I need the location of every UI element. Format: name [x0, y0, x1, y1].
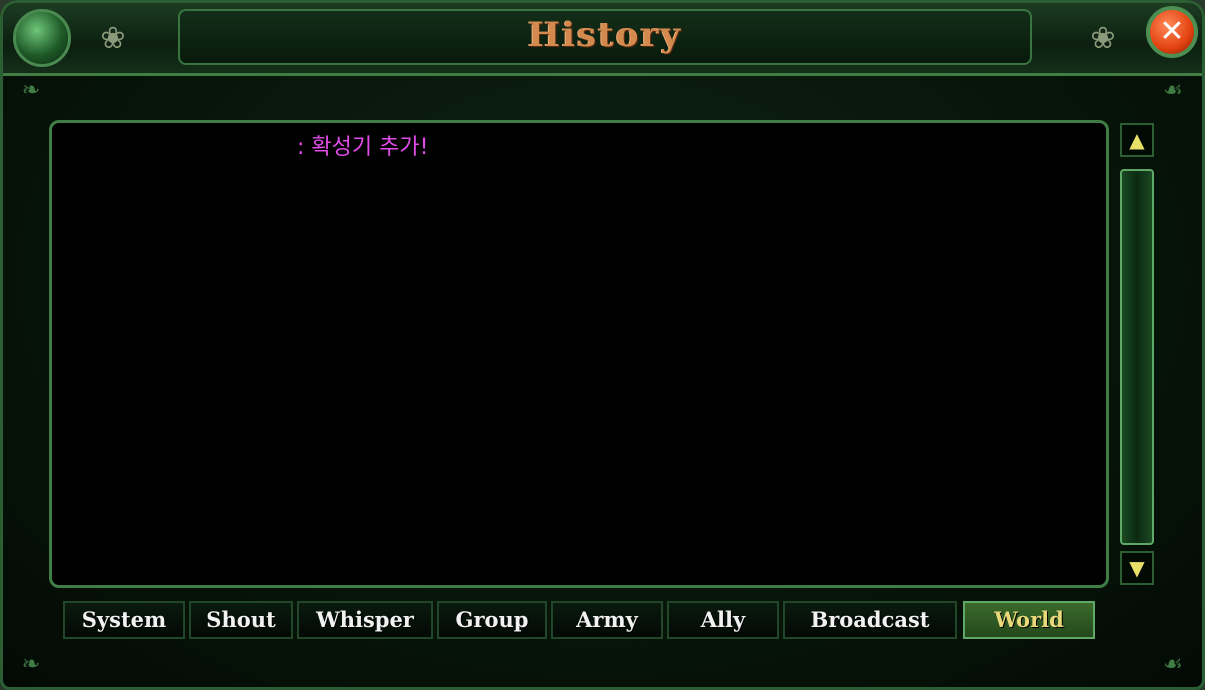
- chat-message: : 확성기 추가!: [297, 135, 429, 160]
- tab-ally[interactable]: Ally: [667, 601, 779, 639]
- scrollbar-track[interactable]: [1120, 169, 1154, 545]
- window-title: History: [527, 15, 683, 55]
- corner-ornament-icon: ❧: [21, 652, 41, 677]
- rose-ornament-icon: ❀: [1090, 21, 1116, 56]
- corner-ornament-icon: ☙: [1163, 652, 1183, 677]
- scroll-down-button[interactable]: ▼: [1120, 551, 1154, 585]
- tab-world[interactable]: World: [963, 601, 1095, 639]
- chat-log-panel[interactable]: : 확성기 추가!: [49, 120, 1109, 588]
- tab-broadcast[interactable]: Broadcast: [783, 601, 957, 639]
- tab-system[interactable]: System: [63, 601, 185, 639]
- tab-army[interactable]: Army: [551, 601, 663, 639]
- corner-ornament-icon: ☙: [1163, 78, 1183, 103]
- scroll-up-button[interactable]: ▲: [1120, 123, 1154, 157]
- rose-ornament-icon: ❀: [100, 21, 126, 56]
- corner-ornament-icon: ❧: [21, 78, 41, 103]
- tab-whisper[interactable]: Whisper: [297, 601, 433, 639]
- tab-group[interactable]: Group: [437, 601, 547, 639]
- orb-icon: [13, 9, 71, 67]
- title-plate: History: [178, 9, 1032, 65]
- close-button[interactable]: ✕: [1146, 6, 1198, 58]
- title-bar[interactable]: ❀ History ❀ ✕: [3, 3, 1202, 76]
- tab-shout[interactable]: Shout: [189, 601, 293, 639]
- history-window: ❀ History ❀ ✕ ❧ ☙ ❧ ☙ : 확성기 추가! ▲ ▼ Syst…: [0, 0, 1205, 690]
